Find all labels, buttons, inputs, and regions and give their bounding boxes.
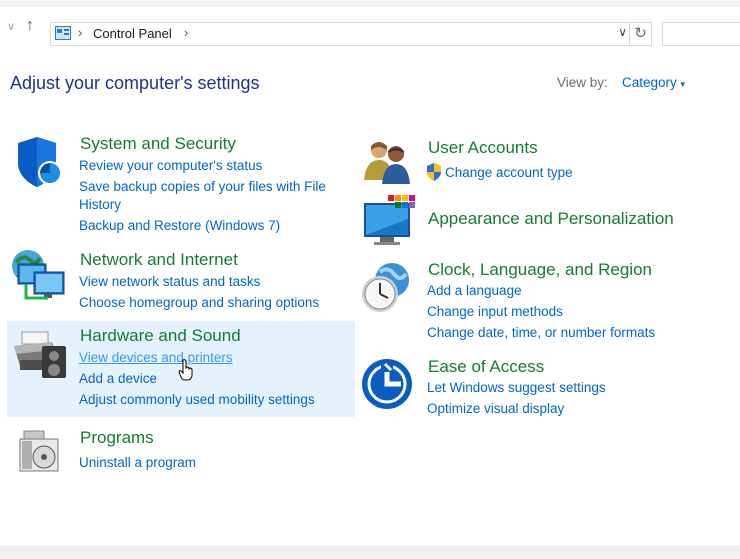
refresh-icon[interactable]: ↻ xyxy=(630,22,652,46)
link-backup-and-restore[interactable]: Backup and Restore (Windows 7) xyxy=(79,218,280,233)
category-system-and-security[interactable]: System and Security xyxy=(80,134,236,154)
dropdown-caret-icon[interactable]: ▾ xyxy=(681,79,686,89)
hand-cursor-icon xyxy=(178,359,193,381)
bottom-strip xyxy=(0,545,740,559)
uac-shield-icon xyxy=(427,163,441,181)
control-panel-icon xyxy=(55,26,71,40)
category-user-accounts[interactable]: User Accounts xyxy=(428,138,538,158)
clock-globe-icon[interactable] xyxy=(360,262,412,314)
link-change-date-time-formats[interactable]: Change date, time, or number formats xyxy=(427,325,655,340)
link-save-backup-copies-cont[interactable]: History xyxy=(79,197,121,212)
link-view-devices-and-printers[interactable]: View devices and printers xyxy=(79,350,233,365)
arrow-up-icon[interactable]: ↑ xyxy=(26,17,34,35)
category-hardware-and-sound[interactable]: Hardware and Sound xyxy=(80,326,241,346)
programs-icon[interactable] xyxy=(16,427,64,475)
breadcrumb-separator-icon[interactable]: › xyxy=(184,25,188,40)
category-ease-of-access[interactable]: Ease of Access xyxy=(428,357,544,377)
view-by-value[interactable]: Category xyxy=(622,75,677,90)
recent-locations-chevron-down-icon[interactable]: ∨ xyxy=(7,20,15,33)
view-by-label: View by: xyxy=(557,75,608,90)
link-review-computer-status[interactable]: Review your computer's status xyxy=(79,158,262,173)
category-network-and-internet[interactable]: Network and Internet xyxy=(80,250,238,270)
link-add-a-device[interactable]: Add a device xyxy=(79,371,157,386)
link-view-network-status[interactable]: View network status and tasks xyxy=(79,274,260,289)
link-add-language[interactable]: Add a language xyxy=(427,283,522,298)
ease-of-access-icon[interactable] xyxy=(361,358,413,410)
link-change-input-methods[interactable]: Change input methods xyxy=(427,304,563,319)
link-mobility-settings[interactable]: Adjust commonly used mobility settings xyxy=(79,392,315,407)
address-dropdown-chevron-down-icon[interactable]: ∨ xyxy=(618,25,627,39)
shield-icon[interactable] xyxy=(14,137,64,189)
printer-icon[interactable] xyxy=(12,330,68,380)
title-bar-strip xyxy=(0,0,740,7)
navigation-bar: ∨ ↑ › Control Panel › ∨ ↻ xyxy=(0,8,740,46)
link-optimize-visual-display[interactable]: Optimize visual display xyxy=(427,401,564,416)
breadcrumb-control-panel[interactable]: Control Panel xyxy=(93,26,172,41)
view-by-dropdown[interactable]: Category ▾ xyxy=(622,75,685,90)
category-clock-language-region[interactable]: Clock, Language, and Region xyxy=(428,260,652,280)
monitor-icon[interactable] xyxy=(362,195,416,247)
link-save-backup-copies[interactable]: Save backup copies of your files with Fi… xyxy=(79,179,326,194)
link-change-account-type[interactable]: Change account type xyxy=(445,165,573,180)
link-homegroup-sharing[interactable]: Choose homegroup and sharing options xyxy=(79,295,319,310)
category-programs[interactable]: Programs xyxy=(80,428,154,448)
link-uninstall-program[interactable]: Uninstall a program xyxy=(79,455,196,470)
breadcrumb-separator-icon[interactable]: › xyxy=(78,25,82,40)
category-appearance-and-personalization[interactable]: Appearance and Personalization xyxy=(428,209,674,229)
search-input[interactable] xyxy=(662,22,740,46)
address-bar[interactable]: › Control Panel › ∨ xyxy=(50,22,630,46)
link-windows-suggest-settings[interactable]: Let Windows suggest settings xyxy=(427,380,606,395)
page-title: Adjust your computer's settings xyxy=(10,73,260,93)
users-icon[interactable] xyxy=(362,138,412,184)
network-icon[interactable] xyxy=(10,248,68,304)
